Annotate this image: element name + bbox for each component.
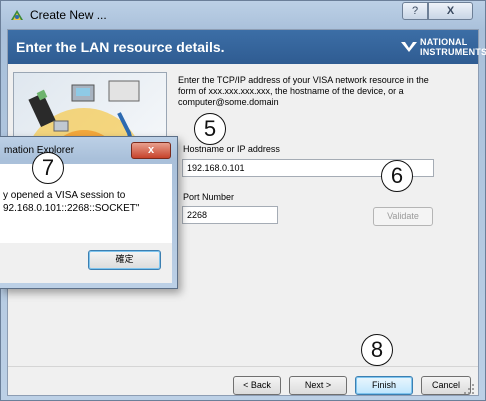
annotation-callout-5: 5 [194,113,226,145]
help-button[interactable]: ? [402,2,428,20]
visa-session-dialog: mation Explorer x y opened a VISA sessio… [0,136,178,289]
port-number-label: Port Number [183,192,235,202]
ni-eagle-icon [401,42,417,52]
next-button[interactable]: Next > [289,376,347,395]
window-title: Create New ... [30,8,107,22]
create-new-app-icon [11,10,23,20]
footer-divider [8,366,478,367]
logo-line-2: INSTRUMENTS [420,47,486,57]
dialog-message-line-2: 92.168.0.101::2268::SOCKET" [3,203,140,214]
finish-button[interactable]: Finish [355,376,413,395]
port-number-input[interactable] [182,206,278,224]
wizard-header: Enter the LAN resource details. NATIONAL… [8,30,486,64]
validate-button[interactable]: Validate [373,207,433,226]
dialog-close-button[interactable]: x [131,142,171,159]
hostname-label: Hostname or IP address [183,144,280,154]
title-bar[interactable]: Create New ... ? X [1,1,485,29]
resize-grip-icon[interactable] [463,383,475,395]
dialog-message-line-1: y opened a VISA session to [3,190,126,201]
back-button[interactable]: < Back [233,376,281,395]
ni-logo: NATIONAL INSTRUMENTS [400,35,486,59]
annotation-callout-8: 8 [361,334,393,366]
dialog-body: y opened a VISA session to 92.168.0.101:… [0,164,172,283]
page-title: Enter the LAN resource details. [16,39,225,55]
annotation-callout-6: 6 [381,160,413,192]
ok-button[interactable]: 確定 [88,250,161,270]
logo-line-1: NATIONAL [420,37,468,47]
window-close-button[interactable]: X [428,2,473,20]
instructions-text: Enter the TCP/IP address of your VISA ne… [178,75,429,107]
annotation-callout-7: 7 [32,152,64,184]
